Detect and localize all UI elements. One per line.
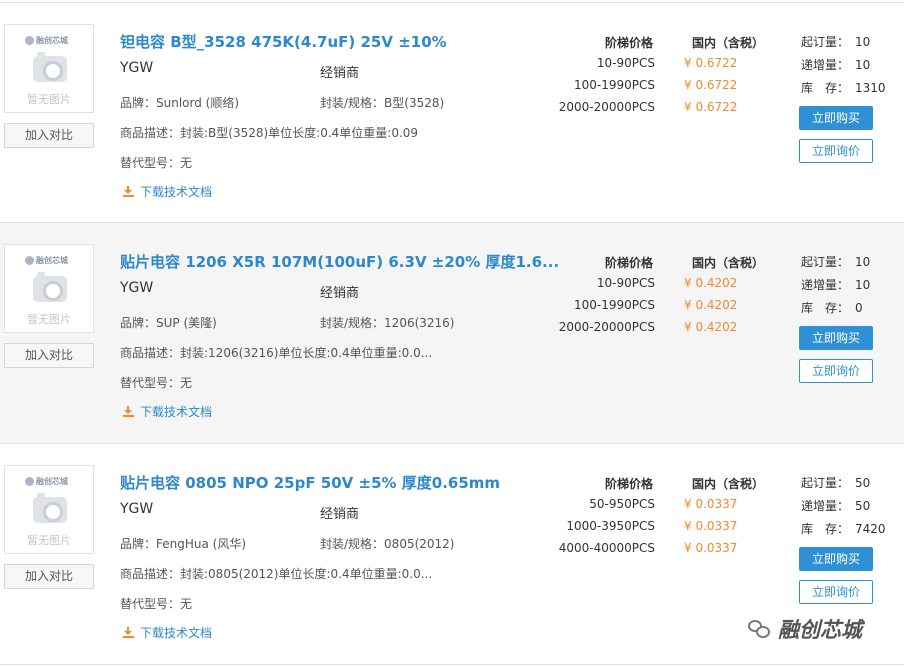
inquire-button[interactable]: 立即询价 bbox=[799, 580, 873, 604]
domestic-price-header: 国内（含税） bbox=[692, 36, 765, 50]
package: 封装/规格：B型(3528) bbox=[320, 96, 445, 110]
tier-price-header: 阶梯价格 bbox=[605, 256, 654, 270]
tier-price-header: 阶梯价格 bbox=[605, 36, 654, 50]
inquire-button[interactable]: 立即询价 bbox=[799, 359, 873, 383]
tier-price: ¥ 0.6722 bbox=[684, 56, 738, 70]
logo: 融创芯城 bbox=[25, 255, 68, 266]
description: 商品描述：封装:B型(3528)单位长度:0.4单位重量:0.09 bbox=[120, 126, 419, 140]
download-datasheet-link[interactable]: 下载技术文档 bbox=[123, 403, 212, 420]
distributor: 经销商 bbox=[320, 286, 360, 301]
distributor: 经销商 bbox=[320, 507, 360, 522]
tier-price: ¥ 0.4202 bbox=[684, 276, 738, 290]
camera-icon bbox=[33, 493, 67, 523]
description: 商品描述：封装:1206(3216)单位长度:0.4单位重量:0.0... bbox=[120, 346, 433, 360]
domestic-price-header: 国内（含税） bbox=[692, 256, 765, 270]
description: 商品描述：封装:0805(2012)单位长度:0.4单位重量:0.0... bbox=[120, 567, 433, 581]
product-title-link[interactable]: 钽电容 B型_3528 475K(4.7uF) 25V ±10% bbox=[120, 31, 447, 52]
add-to-compare-button[interactable]: 加入对比 bbox=[4, 564, 94, 589]
tier-quantity: 2000-20000PCS bbox=[558, 320, 655, 334]
tier-quantity: 4000-40000PCS bbox=[558, 541, 655, 555]
domestic-price-header: 国内（含税） bbox=[692, 477, 765, 491]
tier-price: ¥ 0.4202 bbox=[684, 320, 738, 334]
product-thumbnail[interactable]: 融创芯城 暂无图片 bbox=[4, 465, 94, 554]
add-to-compare-button[interactable]: 加入对比 bbox=[4, 343, 94, 368]
increment: 递增量： 50 bbox=[801, 499, 871, 513]
download-icon bbox=[123, 627, 134, 638]
tier-quantity: 100-1990PCS bbox=[573, 78, 655, 92]
camera-icon bbox=[33, 272, 67, 302]
tier-price-header: 阶梯价格 bbox=[605, 477, 654, 491]
alternative-part: 替代型号：无 bbox=[120, 156, 193, 170]
buy-now-button[interactable]: 立即购买 bbox=[799, 326, 873, 350]
product-title-link[interactable]: 贴片电容 1206 X5R 107M(100uF) 6.3V ±20% 厚度1.… bbox=[120, 251, 559, 272]
product-thumbnail[interactable]: 融创芯城 暂无图片 bbox=[4, 244, 94, 333]
logo-mark-icon bbox=[25, 256, 34, 265]
package: 封装/规格：0805(2012) bbox=[320, 537, 455, 551]
add-to-compare-button[interactable]: 加入对比 bbox=[4, 123, 94, 148]
stock: 库 存： 1310 bbox=[801, 81, 886, 95]
manufacturer: YGW bbox=[120, 501, 154, 517]
logo: 融创芯城 bbox=[25, 476, 68, 487]
tier-quantity: 10-90PCS bbox=[596, 276, 655, 290]
moq: 起订量： 10 bbox=[801, 35, 871, 49]
camera-icon bbox=[33, 52, 67, 82]
tier-price: ¥ 0.0337 bbox=[684, 541, 738, 555]
manufacturer: YGW bbox=[120, 280, 154, 296]
logo-mark-icon bbox=[25, 477, 34, 486]
increment: 递增量： 10 bbox=[801, 278, 871, 292]
buy-now-button[interactable]: 立即购买 bbox=[799, 106, 873, 130]
no-image-label: 暂无图片 bbox=[27, 313, 71, 326]
distributor: 经销商 bbox=[320, 66, 360, 81]
stock: 库 存： 0 bbox=[801, 301, 863, 315]
alternative-part: 替代型号：无 bbox=[120, 597, 193, 611]
tier-price: ¥ 0.6722 bbox=[684, 78, 738, 92]
no-image-label: 暂无图片 bbox=[27, 534, 71, 547]
brand: 品牌：FengHua (风华) bbox=[120, 537, 247, 551]
manufacturer: YGW bbox=[120, 60, 154, 76]
product-card: 融创芯城 暂无图片 加入对比 贴片电容 1206 X5R 107M(100uF)… bbox=[0, 223, 904, 444]
tier-price: ¥ 0.6722 bbox=[684, 100, 738, 114]
product-card: 融创芯城 暂无图片 加入对比 钽电容 B型_3528 475K(4.7uF) 2… bbox=[0, 2, 904, 223]
download-datasheet-link[interactable]: 下载技术文档 bbox=[123, 624, 212, 641]
watermark: 融创芯城 bbox=[748, 614, 862, 642]
download-datasheet-link[interactable]: 下载技术文档 bbox=[123, 183, 212, 200]
package: 封装/规格：1206(3216) bbox=[320, 316, 455, 330]
stock: 库 存： 7420 bbox=[801, 522, 886, 536]
brand: 品牌：Sunlord (顺络) bbox=[120, 96, 240, 110]
tier-quantity: 1000-3950PCS bbox=[566, 519, 655, 533]
logo-mark-icon bbox=[25, 36, 34, 45]
moq: 起订量： 50 bbox=[801, 476, 871, 490]
increment: 递增量： 10 bbox=[801, 58, 871, 72]
alternative-part: 替代型号：无 bbox=[120, 376, 193, 390]
tier-quantity: 100-1990PCS bbox=[573, 298, 655, 312]
moq: 起订量： 10 bbox=[801, 255, 871, 269]
tier-price: ¥ 0.0337 bbox=[684, 519, 738, 533]
tier-price: ¥ 0.4202 bbox=[684, 298, 738, 312]
brand: 品牌：SUP (美隆) bbox=[120, 316, 217, 330]
buy-now-button[interactable]: 立即购买 bbox=[799, 547, 873, 571]
download-icon bbox=[123, 186, 134, 197]
tier-quantity: 10-90PCS bbox=[596, 56, 655, 70]
no-image-label: 暂无图片 bbox=[27, 93, 71, 106]
download-icon bbox=[123, 406, 134, 417]
wechat-icon bbox=[748, 620, 770, 638]
tier-quantity: 50-950PCS bbox=[589, 497, 655, 511]
logo: 融创芯城 bbox=[25, 35, 68, 46]
watermark-text: 融创芯城 bbox=[778, 618, 862, 642]
tier-quantity: 2000-20000PCS bbox=[558, 100, 655, 114]
tier-price: ¥ 0.0337 bbox=[684, 497, 738, 511]
inquire-button[interactable]: 立即询价 bbox=[799, 139, 873, 163]
product-title-link[interactable]: 贴片电容 0805 NPO 25pF 50V ±5% 厚度0.65mm bbox=[120, 472, 500, 493]
product-thumbnail[interactable]: 融创芯城 暂无图片 bbox=[4, 24, 94, 113]
